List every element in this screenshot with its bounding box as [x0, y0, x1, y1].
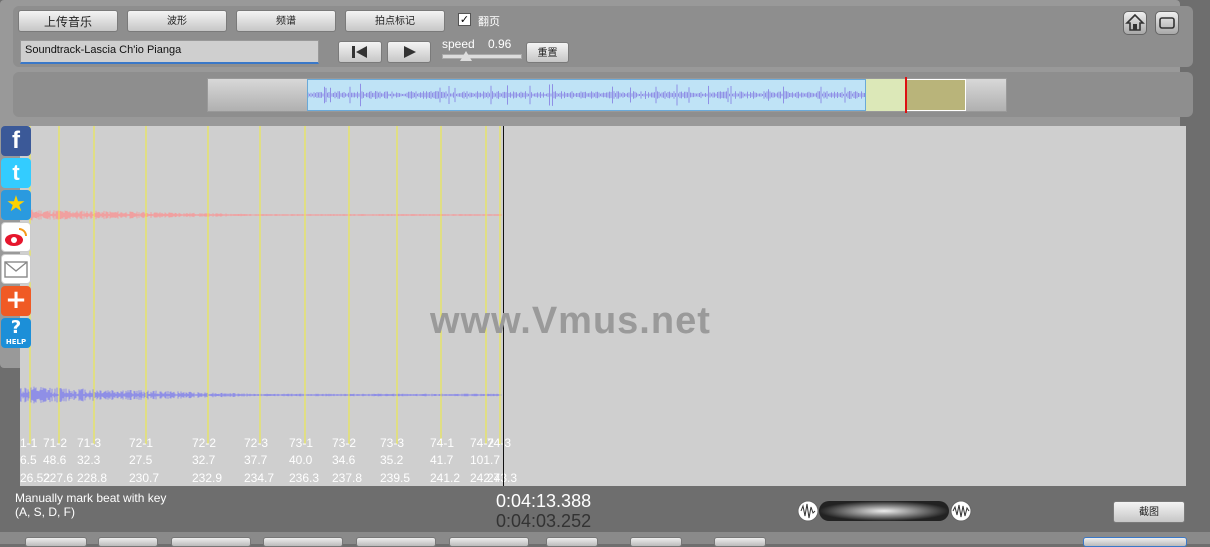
beat-marker-interval: 34.6	[332, 453, 356, 467]
beat-marker-interval: 35.2	[380, 453, 404, 467]
volume-high-icon	[950, 500, 972, 522]
beat-marker-time: 234.7	[244, 471, 274, 485]
overview-selection-window[interactable]	[307, 79, 866, 111]
beat-marker-interval: 40.0	[289, 453, 313, 467]
beat-marker-label: 73-2	[332, 436, 356, 450]
beat-marker-interval: 6.5	[20, 453, 37, 467]
bottom-stepper-1[interactable]	[546, 537, 598, 547]
overview-playhead[interactable]	[905, 77, 907, 113]
help-icon[interactable]: ? HELP	[1, 318, 31, 348]
favorite-star-icon[interactable]: ★	[1, 190, 31, 220]
screenshot-button[interactable]: 截图	[1113, 501, 1185, 523]
beat-marker-interval: 32.3	[77, 453, 101, 467]
email-icon[interactable]	[1, 254, 31, 284]
total-time: 0:04:13.388	[496, 491, 592, 511]
overview-loaded-region	[866, 79, 906, 111]
beat-marker-label: 72-2	[192, 436, 216, 450]
speed-slider-track[interactable]	[442, 54, 522, 59]
beat-marker-interval: 27.5	[129, 453, 153, 467]
beat-marker-interval: 32.7	[192, 453, 216, 467]
bottom-stepper-2[interactable]	[630, 537, 682, 547]
beat-marker-label: 74-3	[487, 436, 511, 450]
page-flip-checkbox[interactable]: ✓	[458, 13, 471, 26]
beat-marker-time: 241.2	[430, 471, 460, 485]
volume-svg	[797, 500, 972, 522]
fullscreen-button[interactable]	[1155, 11, 1179, 35]
spectrum-button[interactable]: 频谱	[236, 10, 336, 32]
beat-marker-label: 73-1	[289, 436, 313, 450]
beat-marker-label: 1-1	[20, 436, 38, 450]
add-share-icon[interactable]: +	[1, 286, 31, 316]
skip-back-icon	[352, 46, 367, 58]
beat-marker-label: 73-3	[380, 436, 404, 450]
play-button[interactable]	[387, 41, 431, 63]
speed-value: 0.96	[488, 37, 512, 51]
bottom-button-7[interactable]	[1083, 537, 1187, 547]
help-text: HELP	[5, 338, 27, 346]
beat-marker-label: 71-2	[43, 436, 67, 450]
beat-marker-label: 74-1	[430, 436, 454, 450]
volume-control[interactable]	[797, 500, 972, 522]
beat-marker-time: 230.7	[129, 471, 159, 485]
skip-to-start-button[interactable]	[338, 41, 382, 63]
upload-music-button[interactable]: 上传音乐	[18, 10, 118, 32]
speed-label: speed	[442, 37, 475, 51]
speed-slider-thumb[interactable]	[460, 51, 472, 61]
bottom-stepper-3[interactable]	[714, 537, 766, 547]
twitter-icon[interactable]: t	[1, 158, 31, 188]
bottom-button-1[interactable]	[25, 537, 87, 547]
weibo-glyph	[5, 228, 27, 246]
beat-marker-time: 232.9	[192, 471, 222, 485]
envelope-glyph	[4, 261, 28, 278]
play-icon	[404, 46, 416, 58]
bottom-button-3[interactable]	[171, 537, 251, 547]
beat-marker-interval: 48.6	[43, 453, 67, 467]
current-time: 0:04:03.252	[496, 511, 592, 531]
beat-mark-button[interactable]: 拍点标记	[345, 10, 445, 32]
page-flip-label: 翻页	[478, 15, 500, 28]
beat-marker-interval: 41.7	[430, 453, 454, 467]
help-question-glyph: ?	[10, 317, 22, 338]
home-icon	[1125, 13, 1145, 31]
track-name-field[interactable]: Soundtrack-Lascia Ch'io Pianga	[20, 40, 319, 64]
beat-marker-time: 227.6	[43, 471, 73, 485]
beat-marker-time: 237.8	[332, 471, 362, 485]
beat-marker-time: 228.8	[77, 471, 107, 485]
bottom-button-6[interactable]	[449, 537, 529, 547]
window-icon	[1159, 17, 1175, 29]
bottom-button-4[interactable]	[263, 537, 343, 547]
beat-marker-label: 72-3	[244, 436, 268, 450]
beat-marker-time: 239.5	[380, 471, 410, 485]
beat-marker-label: 72-1	[129, 436, 153, 450]
status-line-1: Manually mark beat with key	[15, 491, 167, 505]
status-line-2: (A, S, D, F)	[15, 505, 75, 519]
overview-end-region	[906, 79, 966, 111]
beat-marker-interval: 101.7	[470, 453, 500, 467]
bottom-button-2[interactable]	[98, 537, 158, 547]
reset-button[interactable]: 重置	[526, 42, 569, 63]
volume-slider	[819, 501, 949, 521]
weibo-icon[interactable]	[1, 222, 31, 252]
overview-waveform-path	[307, 83, 865, 107]
beat-marker-time: 236.3	[289, 471, 319, 485]
home-button[interactable]	[1123, 11, 1147, 35]
facebook-icon[interactable]: f	[1, 126, 31, 156]
watermark: www.Vmus.net	[430, 300, 711, 342]
beat-marker-interval: 37.7	[244, 453, 268, 467]
waveform-button[interactable]: 波形	[127, 10, 227, 32]
bottom-button-5[interactable]	[356, 537, 436, 547]
status-text: Manually mark beat with key (A, S, D, F)	[15, 491, 166, 519]
overview-waveform	[307, 83, 865, 107]
beat-marker-label: 71-3	[77, 436, 101, 450]
